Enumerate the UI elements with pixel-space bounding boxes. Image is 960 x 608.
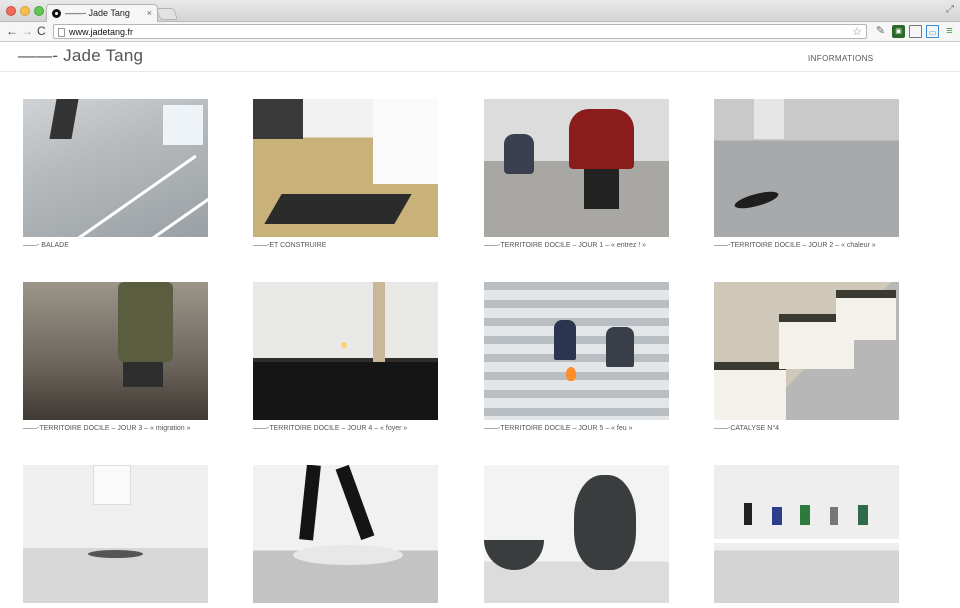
address-bar[interactable]: www.jadetang.fr ☆: [53, 24, 867, 39]
thumbnail-image[interactable]: [714, 465, 899, 603]
back-button[interactable]: ←: [6, 24, 18, 38]
thumbnail-image[interactable]: [23, 465, 208, 603]
gallery-caption[interactable]: ——-TERRITOIRE DOCILE – JOUR 1 – « entrez…: [484, 242, 669, 249]
site-logo[interactable]: ——- Jade Tang: [18, 46, 143, 66]
thumbnail-image[interactable]: [253, 465, 438, 603]
gallery-item[interactable]: ——-TERRITOIRE DOCILE – JOUR 5 – « feu »: [484, 282, 669, 432]
nav-informations-link[interactable]: INFORMATIONS: [808, 54, 874, 63]
gallery-caption[interactable]: ——-CATALYSE N°4: [714, 425, 899, 432]
tab-title: ——- Jade Tang: [65, 8, 130, 18]
window-icon[interactable]: [909, 25, 922, 38]
gallery-item[interactable]: ——-TERRITOIRE DOCILE – JOUR 3 – « migrat…: [23, 282, 208, 432]
site-header: ——- Jade Tang INFORMATIONS: [0, 42, 960, 72]
gallery-item[interactable]: ——- BALADE: [23, 99, 208, 249]
gallery-item[interactable]: [253, 465, 438, 608]
maximize-window-icon[interactable]: [34, 6, 44, 16]
thumbnail-image[interactable]: [484, 99, 669, 237]
browser-toolbar: ← → C www.jadetang.fr ☆ ✎ ▣ ▭ ≡: [0, 22, 960, 42]
gallery-caption[interactable]: ——- BALADE: [23, 242, 208, 249]
thumbnail-image[interactable]: [23, 99, 208, 237]
close-window-icon[interactable]: [6, 6, 16, 16]
crop-icon[interactable]: ▭: [926, 25, 939, 38]
browser-tabbar: ——- Jade Tang × ⤢: [0, 0, 960, 22]
page-icon: [58, 28, 65, 37]
thumbnail-image[interactable]: [484, 282, 669, 420]
thumbnail-image[interactable]: [714, 99, 899, 237]
bookmark-star-icon[interactable]: ☆: [852, 25, 862, 38]
gallery-item[interactable]: ——-CATALYSE N°4: [714, 282, 899, 432]
gallery-item[interactable]: [714, 465, 899, 608]
gallery-caption[interactable]: ——-TERRITOIRE DOCILE – JOUR 2 – « chaleu…: [714, 242, 899, 249]
thumbnail-image[interactable]: [253, 99, 438, 237]
gallery-grid: ——- BALADE ——-ET CONSTRUIRE ——-TERRITOIR…: [0, 72, 960, 603]
tab-close-icon[interactable]: ×: [147, 8, 152, 18]
gallery-item[interactable]: [23, 465, 208, 608]
forward-button[interactable]: →: [21, 24, 33, 38]
url-text: www.jadetang.fr: [69, 27, 134, 37]
gallery-caption[interactable]: ——-TERRITOIRE DOCILE – JOUR 5 – « feu »: [484, 425, 669, 432]
badge-icon[interactable]: ▣: [892, 25, 905, 38]
favicon-icon: [52, 9, 61, 18]
gallery-caption[interactable]: ——-TERRITOIRE DOCILE – JOUR 4 – « foyer …: [253, 425, 438, 432]
gallery-caption[interactable]: ——-ET CONSTRUIRE: [253, 242, 438, 249]
thumbnail-image[interactable]: [484, 465, 669, 603]
gallery-caption[interactable]: ——-TERRITOIRE DOCILE – JOUR 3 – « migrat…: [23, 425, 208, 432]
gallery-item[interactable]: [484, 465, 669, 608]
minimize-window-icon[interactable]: [20, 6, 30, 16]
gallery-item[interactable]: ——-TERRITOIRE DOCILE – JOUR 2 – « chaleu…: [714, 99, 899, 249]
gallery-item[interactable]: ——-ET CONSTRUIRE: [253, 99, 438, 249]
reload-button[interactable]: C: [37, 24, 46, 38]
hamburger-menu-icon[interactable]: ≡: [943, 25, 956, 38]
thumbnail-image[interactable]: [253, 282, 438, 420]
browser-tab[interactable]: ——- Jade Tang ×: [46, 4, 158, 22]
thumbnail-image[interactable]: [714, 282, 899, 420]
fullscreen-icon[interactable]: ⤢: [946, 4, 954, 15]
puzzle-icon[interactable]: ✎: [874, 25, 887, 38]
new-tab-button[interactable]: [155, 8, 179, 20]
gallery-item[interactable]: ——-TERRITOIRE DOCILE – JOUR 1 – « entrez…: [484, 99, 669, 249]
gallery-item[interactable]: ——-TERRITOIRE DOCILE – JOUR 4 – « foyer …: [253, 282, 438, 432]
thumbnail-image[interactable]: [23, 282, 208, 420]
